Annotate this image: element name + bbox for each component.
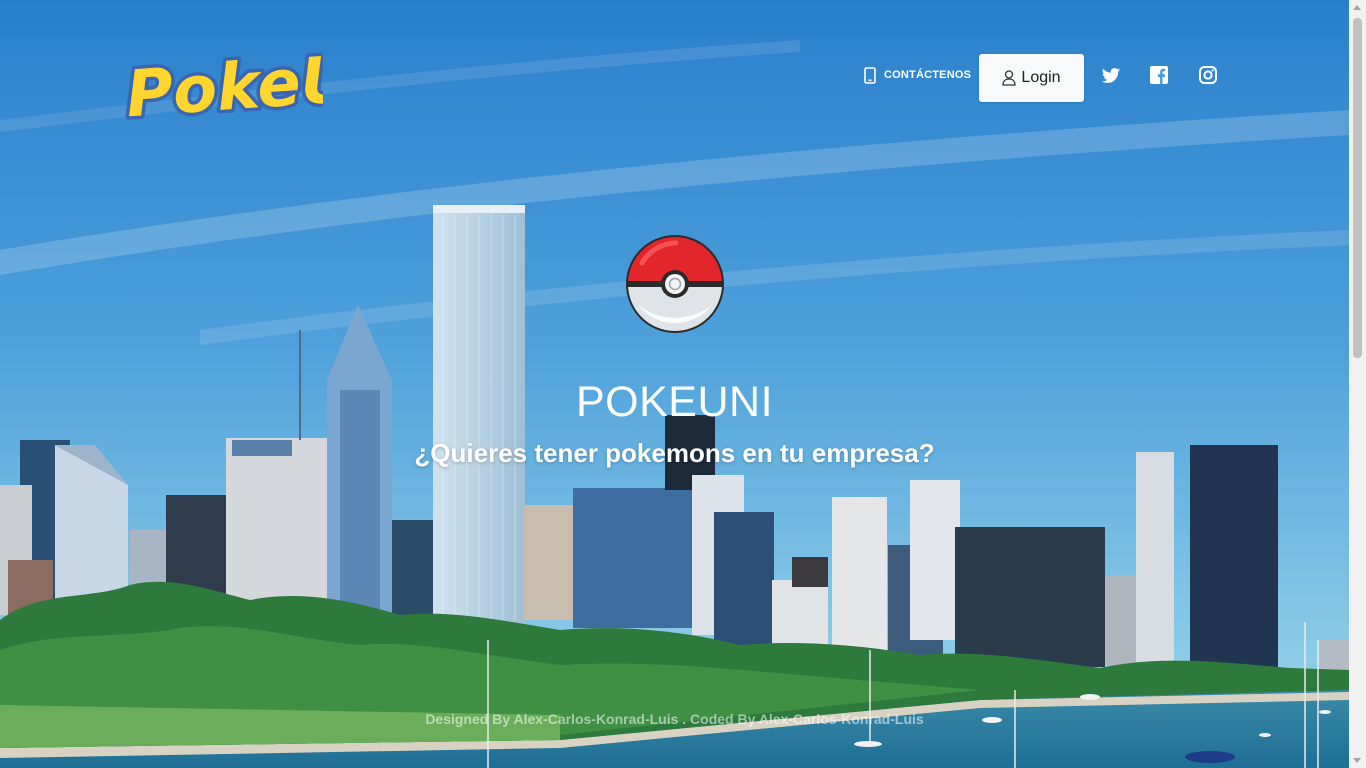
scroll-up-arrow-icon[interactable] <box>1353 5 1361 10</box>
pokeball-icon <box>624 233 726 335</box>
scroll-down-arrow-icon[interactable] <box>1353 758 1361 763</box>
login-button[interactable]: Login <box>979 54 1084 102</box>
hero-title: POKEUNI <box>575 378 774 426</box>
footer-credit: Designed By Alex-Carlos-Konrad-Luis . Co… <box>425 711 924 727</box>
twitter-link[interactable] <box>1101 66 1121 86</box>
page-scrollbar[interactable] <box>1349 0 1366 768</box>
facebook-icon <box>1150 66 1168 84</box>
logo-text: PokeUni <box>124 38 323 128</box>
facebook-link[interactable] <box>1150 66 1170 86</box>
instagram-link[interactable] <box>1199 66 1219 86</box>
login-button-label: Login <box>1021 69 1061 86</box>
user-icon <box>1002 70 1017 86</box>
twitter-icon <box>1101 68 1121 83</box>
mobile-phone-icon <box>864 66 876 84</box>
hero-tagline: ¿Quieres tener pokemons en tu empresa? <box>414 438 935 468</box>
instagram-icon <box>1199 66 1217 84</box>
pokeuni-logo[interactable]: PokeUni <box>118 28 427 135</box>
scrollbar-thumb[interactable] <box>1353 18 1362 358</box>
contact-link-label: CONTÁCTENOS <box>884 69 972 81</box>
contact-link[interactable]: CONTÁCTENOS <box>864 66 971 84</box>
